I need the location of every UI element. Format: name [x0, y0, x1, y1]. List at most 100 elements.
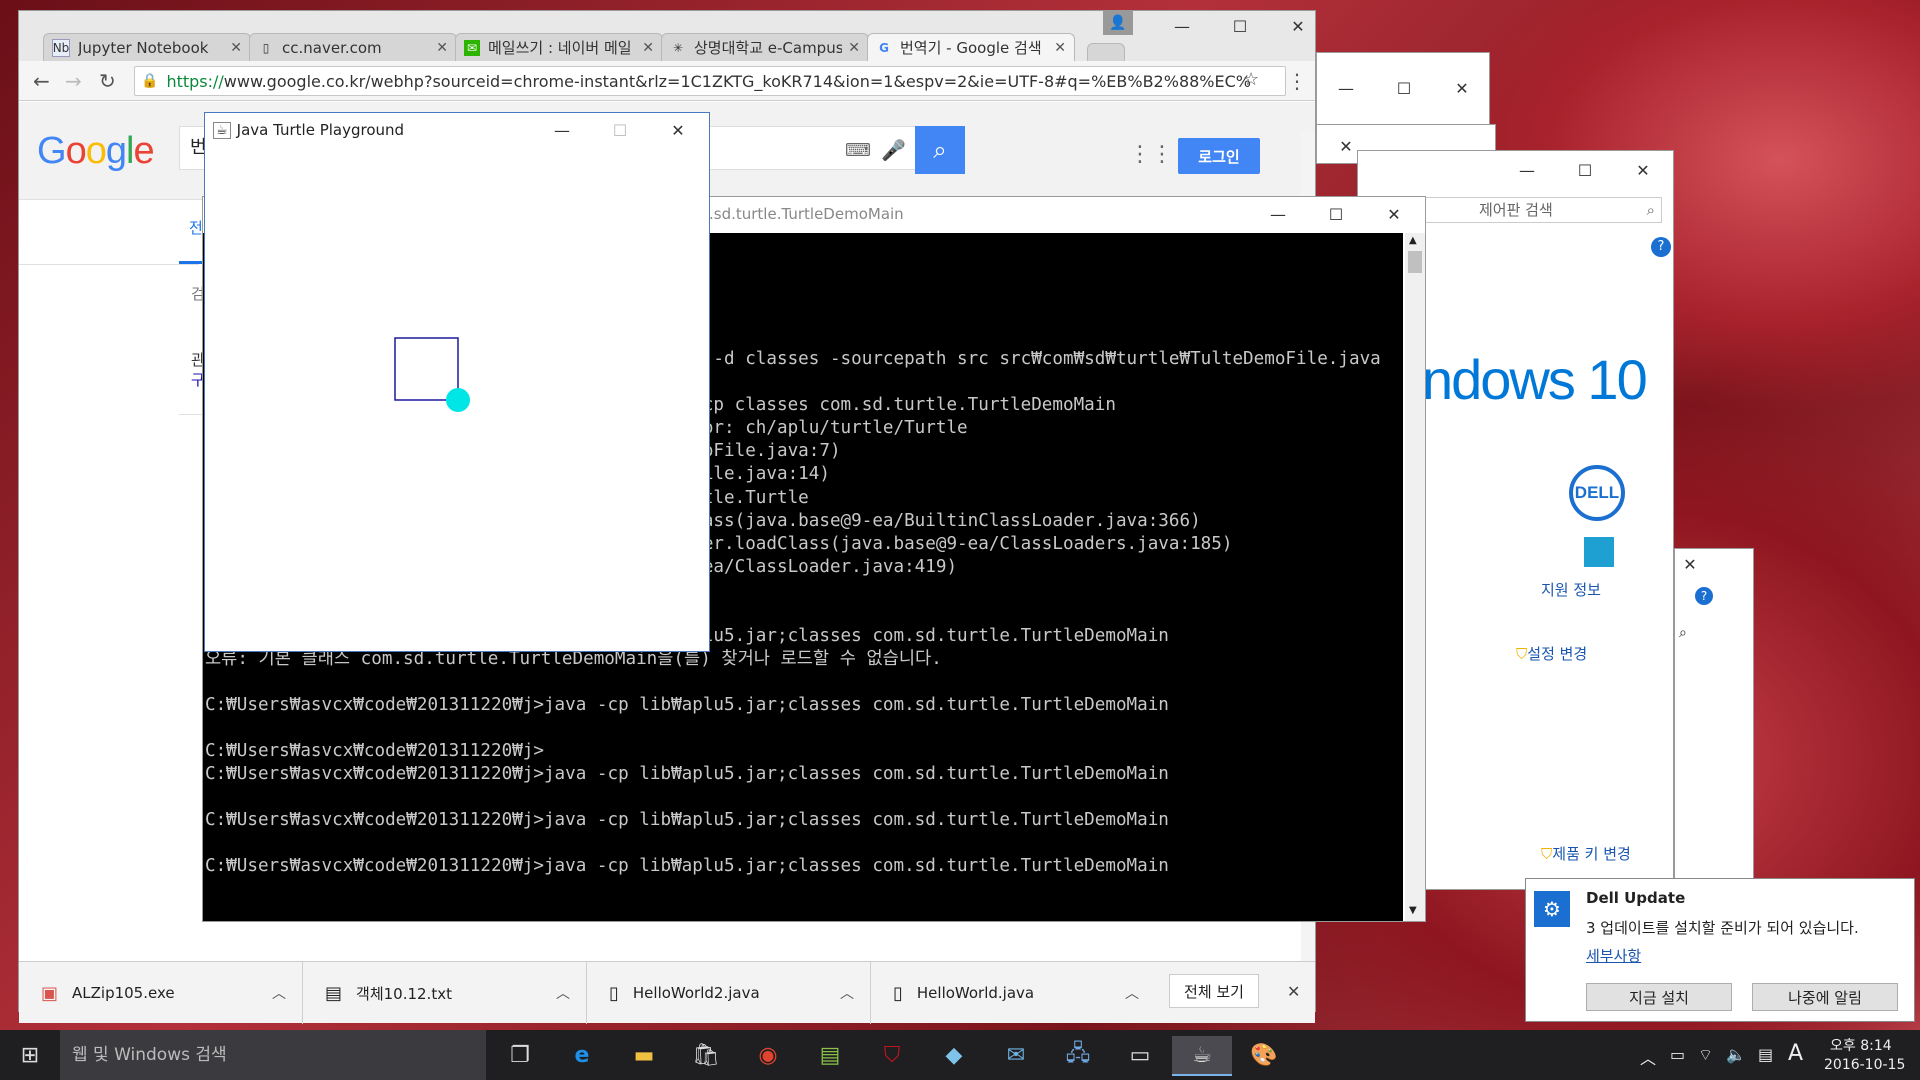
- battery-icon[interactable]: ▭: [1670, 1045, 1685, 1064]
- close-icon[interactable]: ✕: [230, 40, 242, 56]
- search-icon[interactable]: ⌕: [1679, 625, 1687, 641]
- tab-naver-cc[interactable]: ▯ cc.naver.com ✕: [249, 33, 457, 61]
- help-icon[interactable]: ?: [1651, 237, 1671, 257]
- small-dialog-window[interactable]: ✕ ? ⌕: [1674, 548, 1754, 888]
- notepad-icon[interactable]: ▤: [802, 1036, 858, 1074]
- dell-logo: DELL: [1569, 465, 1625, 521]
- edge-icon[interactable]: e: [554, 1036, 610, 1074]
- control-panel-search[interactable]: 제어판 검색 ⌕: [1418, 197, 1662, 223]
- support-info-link[interactable]: 지원 정보: [1541, 579, 1601, 600]
- close-icon[interactable]: ✕: [1287, 982, 1300, 1001]
- tab-jupyter[interactable]: Nb Jupyter Notebook ✕: [43, 33, 251, 61]
- google-search-button[interactable]: ⌕: [915, 126, 965, 174]
- reload-icon[interactable]: ↻: [99, 69, 116, 93]
- new-tab-button[interactable]: [1087, 43, 1125, 61]
- turtle-window[interactable]: ☕ Java Turtle Playground — ☐ ✕: [204, 112, 710, 652]
- dell-update-notification[interactable]: ⚙ Dell Update 3 업데이트를 설치할 준비가 되어 있습니다. 세…: [1525, 878, 1915, 1022]
- chevron-up-icon[interactable]: ︿: [840, 983, 854, 1003]
- clock-time[interactable]: 오후 8:14: [1830, 1035, 1892, 1055]
- close-button[interactable]: ✕: [1614, 155, 1672, 185]
- paint-icon[interactable]: 🎨: [1236, 1036, 1292, 1074]
- chevron-up-icon[interactable]: ︿: [1125, 983, 1139, 1003]
- close-button[interactable]: ✕: [649, 115, 707, 145]
- menu-icon[interactable]: ⋮: [1287, 69, 1307, 93]
- results-tab-all[interactable]: 전: [189, 217, 203, 238]
- chrome-icon[interactable]: ◉: [740, 1036, 796, 1074]
- install-now-button[interactable]: 지금 설치: [1586, 983, 1732, 1011]
- file-explorer-icon[interactable]: ▬: [616, 1036, 672, 1074]
- outlook-icon[interactable]: ✉: [988, 1036, 1044, 1074]
- minimize-button[interactable]: —: [1498, 155, 1556, 185]
- close-button[interactable]: ✕: [1269, 11, 1327, 41]
- tab-ecampus[interactable]: ✳ 상명대학교 e-Campus ✕: [661, 33, 869, 61]
- logo-letter: e: [133, 130, 154, 172]
- details-link[interactable]: 세부사항: [1586, 945, 1641, 966]
- console-scrollbar[interactable]: ▲ ▼: [1405, 233, 1425, 921]
- minimize-button[interactable]: —: [1153, 11, 1211, 41]
- download-item[interactable]: ▤ 객체10.12.txt ︿: [303, 962, 587, 1024]
- close-button[interactable]: ✕: [1365, 199, 1423, 229]
- app-icon[interactable]: ◆: [926, 1036, 982, 1074]
- remind-later-button[interactable]: 나중에 알림: [1752, 983, 1898, 1011]
- console-line: C:₩Users₩asvcx₩code₩201311220₩j>java -cp…: [205, 810, 1169, 831]
- address-bar[interactable]: 🔒 https://www.google.co.kr/webhp?sourcei…: [134, 66, 1286, 96]
- download-item[interactable]: ▣ ALZip105.exe ︿: [19, 962, 303, 1024]
- show-all-downloads-button[interactable]: 전체 보기: [1169, 974, 1259, 1008]
- change-settings-link[interactable]: ⛉설정 변경: [1516, 643, 1587, 664]
- volume-icon[interactable]: 🔈: [1726, 1045, 1746, 1064]
- ime-indicator[interactable]: A: [1788, 1041, 1803, 1066]
- show-hidden-icons[interactable]: ︿: [1640, 1045, 1656, 1069]
- maximize-button[interactable]: ☐: [1556, 155, 1614, 185]
- login-button[interactable]: 로그인: [1178, 138, 1260, 174]
- minimize-button[interactable]: —: [533, 115, 591, 145]
- close-icon[interactable]: ✕: [436, 40, 448, 56]
- keyboard-icon[interactable]: ⌨: [845, 140, 871, 161]
- network-icon[interactable]: 🖧: [1050, 1036, 1106, 1074]
- shield-icon: ⛉: [1516, 645, 1528, 663]
- maximize-button[interactable]: ☐: [1307, 199, 1365, 229]
- close-button[interactable]: ✕: [1433, 73, 1491, 103]
- change-product-key-link[interactable]: ⛉제품 키 변경: [1541, 843, 1631, 864]
- wifi-icon[interactable]: ⌔: [1698, 1045, 1713, 1065]
- taskbar-search-box[interactable]: 웹 및 Windows 검색: [60, 1030, 486, 1080]
- close-icon[interactable]: ✕: [1054, 40, 1066, 56]
- start-button[interactable]: ⊞: [4, 1036, 56, 1074]
- action-center-icon[interactable]: ▤: [1758, 1045, 1773, 1064]
- minimize-button[interactable]: —: [1249, 199, 1307, 229]
- scroll-up-icon[interactable]: ▲: [1409, 235, 1417, 246]
- download-item[interactable]: ▯ HelloWorld.java ︿: [871, 962, 1155, 1024]
- maximize-button[interactable]: ☐: [1375, 73, 1433, 103]
- close-icon[interactable]: ✕: [848, 40, 860, 56]
- cmd-icon[interactable]: ▭: [1112, 1036, 1168, 1074]
- url-text: www.google.co.kr/webhp?sourceid=chrome-i…: [223, 71, 1251, 91]
- taskbar-search-placeholder: 웹 및 Windows 검색: [72, 1045, 227, 1065]
- help-icon[interactable]: ?: [1695, 587, 1713, 605]
- microphone-icon[interactable]: 🎤: [881, 138, 906, 162]
- download-item[interactable]: ▯ HelloWorld2.java ︿: [587, 962, 871, 1024]
- chevron-up-icon[interactable]: ︿: [272, 983, 286, 1003]
- mcafee-icon[interactable]: ⛉: [864, 1036, 920, 1074]
- java-icon[interactable]: ☕: [1172, 1036, 1232, 1076]
- tab-google-translate[interactable]: G 번역기 - Google 검색 ✕: [867, 33, 1075, 61]
- download-filename: 객체10.12.txt: [356, 984, 452, 1003]
- profile-icon[interactable]: 👤: [1103, 11, 1133, 35]
- maximize-button[interactable]: ☐: [591, 115, 649, 145]
- minimize-button[interactable]: —: [1317, 73, 1375, 103]
- scroll-thumb[interactable]: [1408, 251, 1422, 273]
- task-view-icon[interactable]: ❐: [492, 1036, 548, 1074]
- scroll-down-icon[interactable]: ▼: [1409, 905, 1417, 916]
- forward-icon[interactable]: →: [65, 69, 82, 93]
- clock-date[interactable]: 2016-10-15: [1824, 1057, 1905, 1073]
- close-button[interactable]: ✕: [1675, 549, 1705, 579]
- google-logo[interactable]: Google: [37, 130, 155, 173]
- maximize-button[interactable]: ☐: [1211, 11, 1269, 41]
- logo-letter: g: [105, 130, 127, 172]
- tab-naver-mail[interactable]: ✉ 메일쓰기 : 네이버 메일 ✕: [455, 33, 663, 61]
- back-icon[interactable]: ←: [33, 69, 50, 93]
- store-icon[interactable]: 🛍: [678, 1036, 734, 1074]
- close-icon[interactable]: ✕: [642, 40, 654, 56]
- bookmark-star-icon[interactable]: ☆: [1243, 69, 1259, 90]
- chevron-up-icon[interactable]: ︿: [556, 983, 570, 1003]
